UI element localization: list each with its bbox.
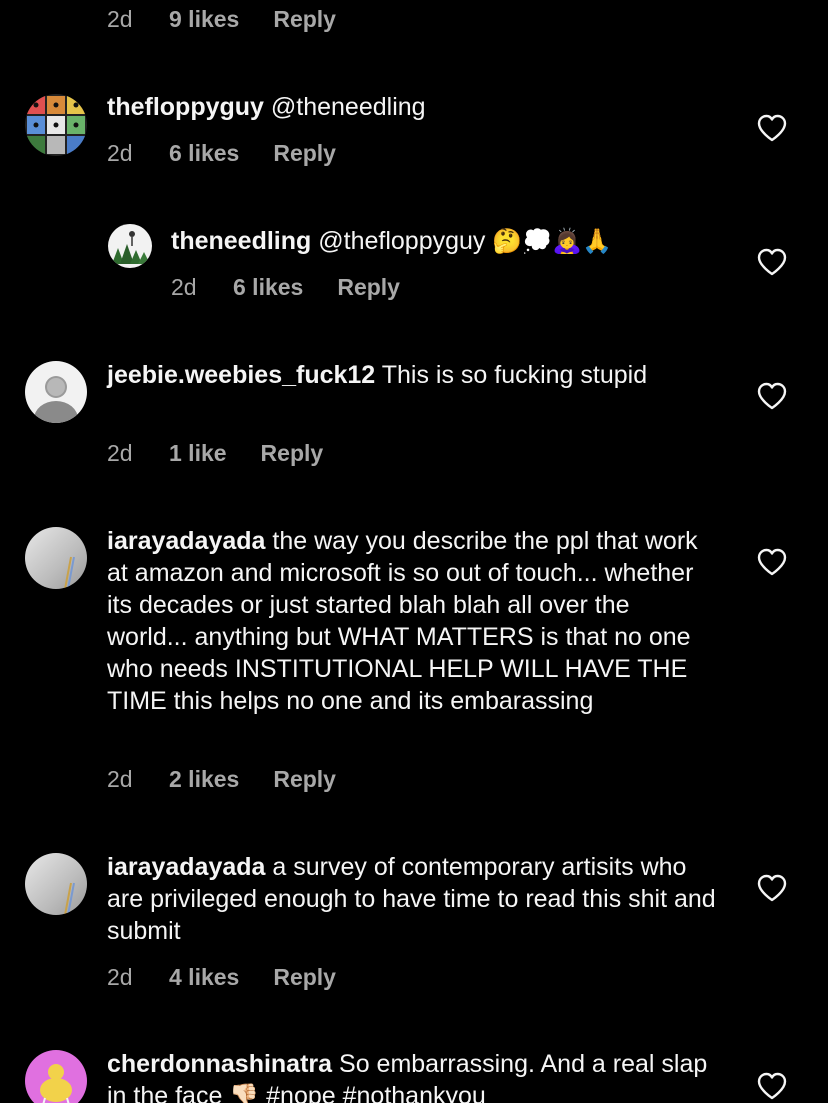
comment-body: theneedling @thefloppyguy 🤔💭🙇‍♀️🙏 [171, 225, 731, 258]
comment-username[interactable]: thefloppyguy [107, 93, 264, 121]
reply-button[interactable]: Reply [273, 140, 336, 167]
reply-button[interactable]: Reply [273, 964, 336, 991]
comment-likes[interactable]: 6 likes [169, 140, 239, 167]
comments-list: 2d 9 likes Reply thefloppyguy @theneedli… [0, 0, 828, 1103]
comment-username[interactable]: iarayadayada [107, 527, 265, 555]
avatar[interactable] [25, 527, 87, 589]
comment-username[interactable]: iarayadayada [107, 853, 265, 881]
comment-meta: 2d 4 likes Reply [107, 964, 336, 991]
avatar-image [25, 94, 87, 156]
avatar[interactable] [108, 224, 152, 268]
reply-button[interactable]: Reply [273, 6, 336, 33]
avatar[interactable] [25, 853, 87, 915]
comment-meta: 2d 6 likes Reply [107, 140, 336, 167]
comment-meta: 2d 2 likes Reply [107, 766, 336, 793]
avatar[interactable] [25, 1050, 87, 1103]
comment-text: @thefloppyguy [318, 227, 486, 255]
comment-likes[interactable]: 4 likes [169, 964, 239, 991]
emoji-thought-balloon: 💭 [522, 228, 553, 255]
avatar-image [108, 224, 152, 268]
comment-body: jeebie.weebies_fuck12 This is so fucking… [107, 359, 717, 391]
reply-button[interactable]: Reply [337, 274, 400, 301]
comment-likes[interactable]: 2 likes [169, 766, 239, 793]
comment-username[interactable]: theneedling [171, 227, 311, 255]
comment-time: 2d [107, 766, 133, 792]
comment-text: the way you describe the ppl that work a… [107, 527, 698, 715]
comment-time: 2d [107, 964, 133, 990]
avatar-image [25, 853, 87, 915]
avatar-image [25, 1050, 87, 1103]
comment-text: @theneedling [270, 93, 426, 121]
reply-button[interactable]: Reply [273, 766, 336, 793]
comment-body: cherdonnashinatra So embarrassing. And a… [107, 1048, 717, 1103]
comment-likes[interactable]: 6 likes [233, 274, 303, 301]
comment-text: This is so fucking stupid [381, 361, 648, 389]
comment-body: thefloppyguy @theneedling [107, 91, 717, 123]
comment-likes[interactable]: 1 like [169, 440, 227, 467]
emoji-bowing: 🙇‍♀️ [552, 228, 583, 255]
comment-time: 2d [107, 140, 133, 166]
avatar[interactable] [25, 361, 87, 423]
comment-body: iarayadayada the way you describe the pp… [107, 525, 717, 717]
comment-username[interactable]: cherdonnashinatra [107, 1050, 332, 1078]
heart-icon[interactable] [757, 874, 787, 902]
comment-meta: 2d 6 likes Reply [171, 274, 400, 301]
comment-body: iarayadayada a survey of contemporary ar… [107, 851, 717, 947]
comment-meta: 2d 9 likes Reply [107, 6, 336, 33]
emoji-thumbs-down: 👎🏻 [229, 1083, 260, 1103]
comment-meta: 2d 1 like Reply [107, 440, 323, 467]
avatar-image [25, 527, 87, 589]
emoji-thinking: 🤔 [492, 228, 523, 255]
comment-likes[interactable]: 9 likes [169, 6, 239, 33]
heart-icon[interactable] [757, 382, 787, 410]
heart-icon[interactable] [757, 548, 787, 576]
heart-icon[interactable] [757, 248, 787, 276]
comment-username[interactable]: jeebie.weebies_fuck12 [107, 361, 375, 389]
avatar[interactable] [25, 94, 87, 156]
heart-icon[interactable] [757, 1072, 787, 1100]
comment-hashtags[interactable]: #nope #nothankyou [266, 1082, 486, 1103]
heart-icon[interactable] [757, 114, 787, 142]
emoji-folded-hands: 🙏 [582, 228, 612, 255]
avatar-image [25, 361, 87, 423]
comment-time: 2d [107, 6, 133, 32]
reply-button[interactable]: Reply [261, 440, 324, 467]
comment-time: 2d [107, 440, 133, 466]
comment-time: 2d [171, 274, 197, 300]
